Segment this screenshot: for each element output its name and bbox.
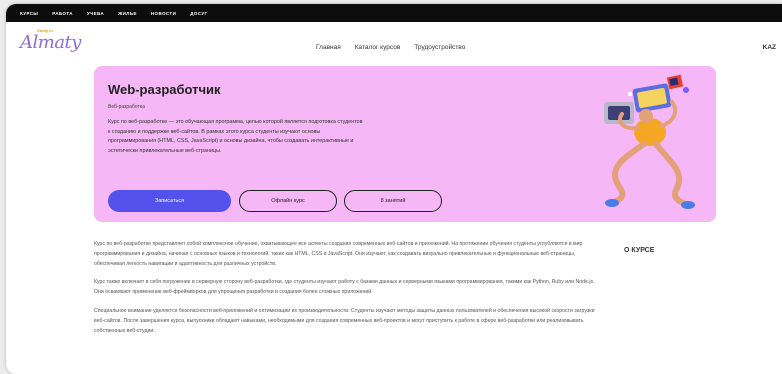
course-illustration [604,74,695,209]
topbar-link-news[interactable]: НОВОСТИ [151,11,176,16]
nav-employment[interactable]: Трудоустройство [414,44,465,51]
site-header: Study in Almaty Главная Каталог курсов Т… [6,22,782,66]
nav-home[interactable]: Главная [316,44,341,51]
browser-page: КУРСЫ РАБОТА УЧЕБА ЖИЛЬЕ НОВОСТИ ДОСУГ S… [6,4,782,374]
course-about: Курс по веб-разработке представляет собо… [94,240,604,345]
about-paragraph: Курс по веб-разработке представляет собо… [94,241,583,267]
topbar-link-housing[interactable]: ЖИЛЬЕ [118,11,137,16]
about-paragraph: Курс также включает в себя погружение в … [94,279,595,296]
course-description: Курс по веб-разработке — это обучающая п… [108,119,363,154]
topbar-link-work[interactable]: РАБОТА [52,11,73,16]
course-hero: Web-разработчик Веб-разработка Курс по в… [94,66,716,222]
course-title: Web-разработчик [108,82,221,97]
logo-text: Almaty [20,32,81,53]
about-paragraph: Специальное внимание уделяется безопасно… [94,307,595,334]
lessons-count-button[interactable]: 8 занятий [344,190,442,212]
offline-course-button[interactable]: Офлайн курс [239,190,337,212]
topbar-link-study[interactable]: УЧЕБА [87,11,104,16]
main-nav: Главная Каталог курсов Трудоустройство [316,44,465,51]
top-bar: КУРСЫ РАБОТА УЧЕБА ЖИЛЬЕ НОВОСТИ ДОСУГ [6,4,782,22]
enroll-button[interactable]: Записаться [108,190,231,212]
topbar-link-courses[interactable]: КУРСЫ [20,11,38,16]
topbar-link-leisure[interactable]: ДОСУГ [190,11,207,16]
site-logo[interactable]: Study in Almaty [20,28,81,56]
course-subtitle: Веб-разработка [108,104,145,110]
language-switch[interactable]: KAZ [763,44,776,51]
about-section-title: О КУРСЕ [624,247,655,254]
nav-catalog[interactable]: Каталог курсов [355,44,401,51]
